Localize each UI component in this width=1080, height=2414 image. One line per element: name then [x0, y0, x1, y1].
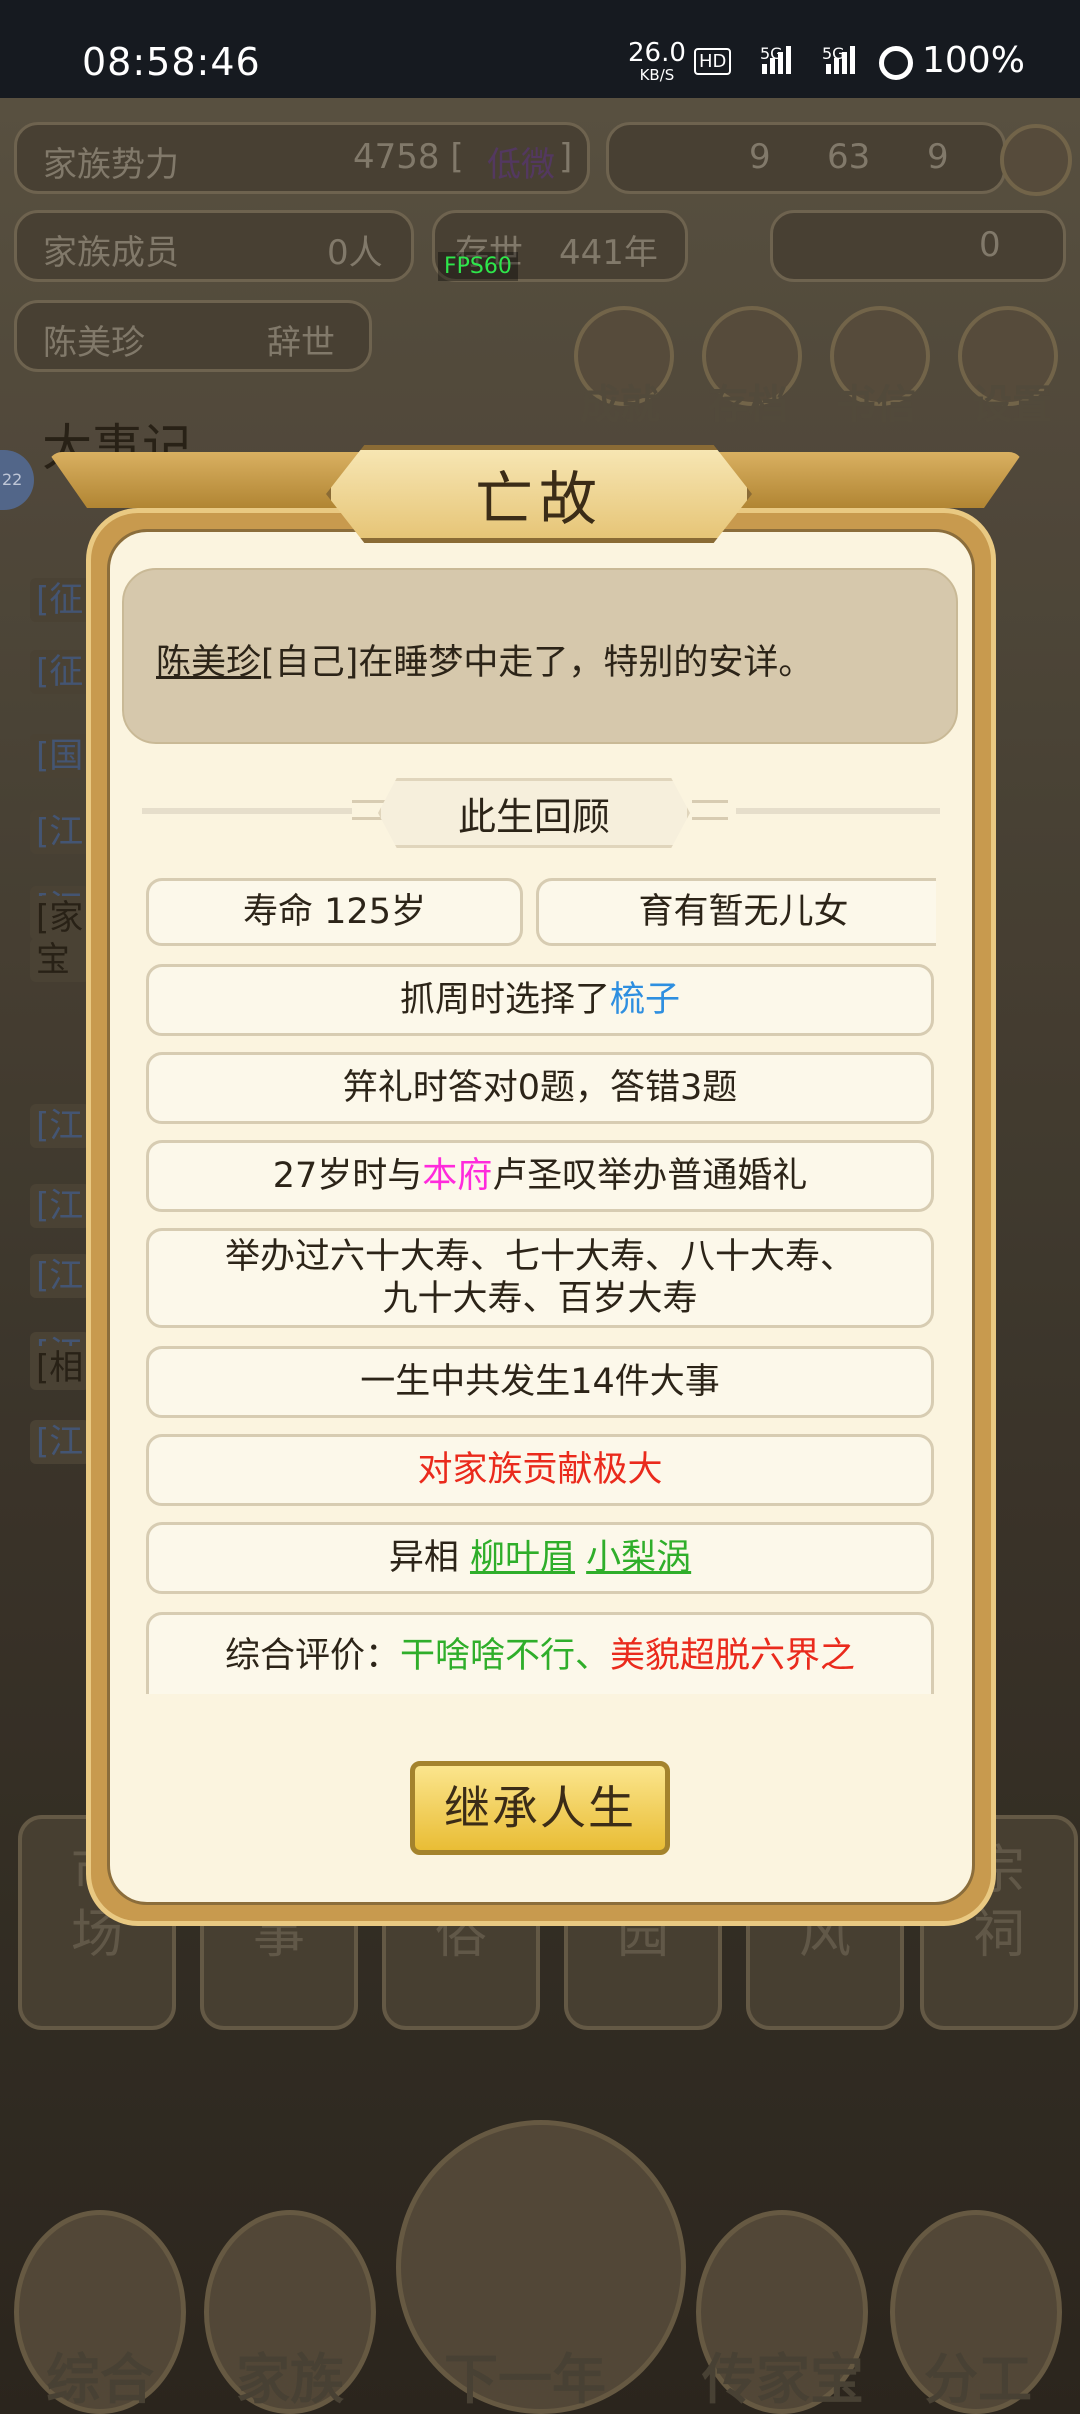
eval-label: 综合评价： — [224, 1636, 400, 1676]
marriage-place: 本府 — [422, 1156, 493, 1196]
life-review-title: 此生回顾 — [378, 778, 690, 848]
marriage-item: 27岁时与 本府 卢圣叹举办普通婚礼 — [146, 1140, 934, 1212]
battery-icon — [879, 46, 913, 80]
ribbon-right-icon — [692, 800, 728, 820]
children-item: 育有暂无儿女 — [536, 878, 936, 946]
zhuazhou-item: 抓周时选择了 梳子 — [146, 964, 934, 1036]
status-bar: 08:58:46 26.0 KB/S HD 5G 5G 100% — [0, 0, 1080, 98]
birthdays-line2: 九十大寿、百岁大寿 — [382, 1279, 698, 1319]
death-message-text: [自己]在睡梦中走了，特别的安详。 — [261, 643, 814, 683]
marriage-suffix: 卢圣叹举办普通婚礼 — [492, 1156, 808, 1196]
divider-right — [736, 808, 940, 814]
divider-left — [142, 808, 352, 814]
dialog-title-plaque: 亡故 — [326, 445, 752, 543]
lifespan-item: 寿命 125岁 — [146, 878, 523, 946]
contribution-item: 对家族贡献极大 — [146, 1434, 934, 1506]
fps-counter: FPS60 — [438, 252, 518, 281]
eval-2: 美貌超脱六界之 — [610, 1636, 856, 1676]
marriage-prefix: 27岁时与 — [272, 1156, 423, 1196]
signal-bars-icon — [762, 46, 798, 74]
trait-1[interactable]: 柳叶眉 — [470, 1537, 575, 1579]
network-speed: 26.0 KB/S — [628, 38, 686, 86]
signal-bars-icon-2 — [826, 46, 862, 74]
battery-percent: 100% — [922, 40, 1025, 81]
clock: 08:58:46 — [82, 40, 261, 84]
death-message: 陈美珍[自己]在睡梦中走了，特别的安详。 — [122, 568, 958, 744]
zhuazhou-choice: 梳子 — [610, 980, 681, 1020]
traits-item: 异相 柳叶眉 小梨涡 — [146, 1522, 934, 1594]
events-item: 一生中共发生14件大事 — [146, 1346, 934, 1418]
eval-1: 干啥啥不行、 — [399, 1636, 610, 1676]
hd-icon: HD — [694, 48, 732, 75]
trait-2[interactable]: 小梨涡 — [586, 1537, 691, 1579]
evaluation-item: 综合评价： 干啥啥不行、 美貌超脱六界之 — [146, 1612, 934, 1694]
dialog-title: 亡故 — [474, 465, 603, 533]
life-review-list[interactable]: 寿命 125岁 育有暂无儿女 抓周时选择了 梳子 笄礼时答对0题，答错3题 27岁… — [146, 872, 936, 1694]
net-speed-value: 26.0 — [628, 38, 686, 68]
birthdays-item: 举办过六十大寿、七十大寿、八十大寿、 九十大寿、百岁大寿 — [146, 1228, 934, 1328]
zhuazhou-prefix: 抓周时选择了 — [399, 980, 610, 1020]
traits-label: 异相 — [388, 1538, 459, 1578]
person-name-link[interactable]: 陈美珍 — [156, 643, 261, 683]
birthdays-line1: 举办过六十大寿、七十大寿、八十大寿、 — [224, 1237, 855, 1277]
inherit-life-button[interactable]: 继承人生 — [410, 1761, 670, 1855]
jili-item: 笄礼时答对0题，答错3题 — [146, 1052, 934, 1124]
